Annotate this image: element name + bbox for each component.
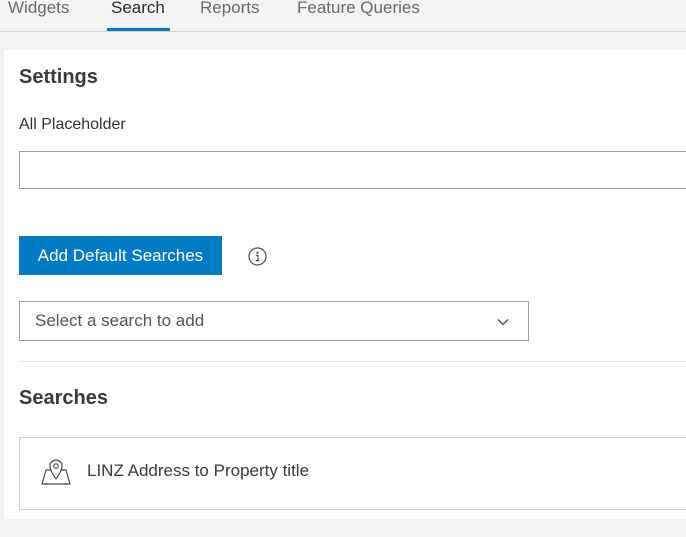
- select-search-dropdown[interactable]: Select a search to add: [19, 301, 529, 341]
- search-item-label: LINZ Address to Property title: [87, 461, 310, 480]
- section-divider: [19, 361, 686, 362]
- chevron-down-icon: [497, 319, 509, 326]
- info-icon[interactable]: [248, 247, 267, 266]
- active-tab-indicator: [107, 28, 170, 31]
- tab-feature-queries[interactable]: Feature Queries: [297, 0, 420, 18]
- search-list-item[interactable]: LINZ Address to Property title: [19, 437, 686, 510]
- all-placeholder-input[interactable]: [19, 151, 686, 189]
- settings-title: Settings: [19, 66, 98, 88]
- tab-reports[interactable]: Reports: [200, 0, 260, 18]
- tab-search[interactable]: Search: [111, 0, 165, 18]
- tab-widgets[interactable]: Widgets: [8, 0, 69, 18]
- searches-title: Searches: [19, 387, 108, 409]
- all-placeholder-label: All Placeholder: [19, 116, 126, 133]
- select-search-value: Select a search to add: [35, 311, 205, 330]
- map-pin-icon: [41, 459, 71, 485]
- tab-bar: Widgets Search Reports Feature Queries: [0, 0, 686, 32]
- settings-panel: Settings All Placeholder Add Default Sea…: [4, 50, 686, 519]
- add-default-searches-button[interactable]: Add Default Searches: [19, 236, 222, 275]
